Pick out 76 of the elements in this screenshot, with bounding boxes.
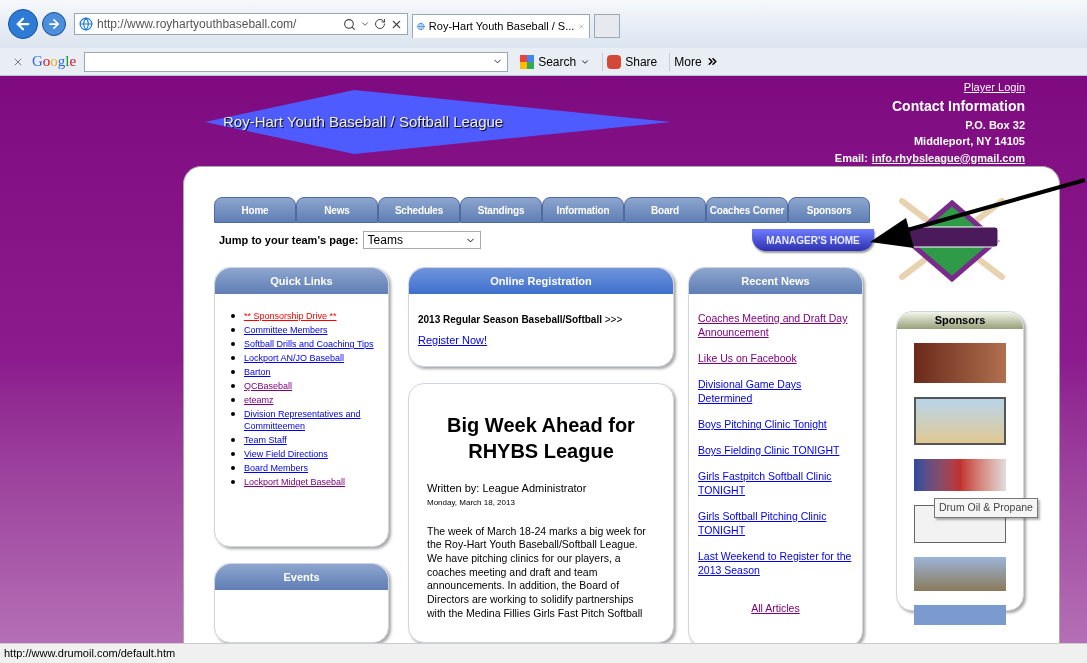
quick-link[interactable]: eteamz (244, 394, 274, 406)
article-date: Monday, March 18, 2013 (427, 496, 516, 509)
news-link[interactable]: Boys Pitching Clinic Tonight (698, 417, 853, 431)
quick-link[interactable]: Division Representatives and Committeemen (244, 408, 380, 432)
google-logo: Google (32, 52, 77, 72)
news-link[interactable]: Girls Fastpitch Softball Clinic TONIGHT (698, 469, 853, 497)
player-login-link[interactable]: Player Login (963, 79, 1025, 96)
bullet-icon (231, 438, 235, 442)
share-button[interactable]: Share (602, 52, 662, 71)
sponsor-ad[interactable] (914, 342, 1006, 383)
address-field[interactable]: http://www.royhartyouthbaseball.com/ (74, 13, 408, 35)
register-link[interactable]: Register Now! (418, 334, 488, 346)
bullet-icon (231, 356, 235, 360)
quick-link[interactable]: Board Members (244, 462, 309, 474)
bullet-icon (231, 384, 235, 388)
quick-link[interactable]: ** Sponsorship Drive ** (244, 310, 337, 322)
all-articles-link[interactable]: All Articles (751, 601, 800, 617)
article-byline: Written by: League Administrator (427, 481, 588, 496)
forward-arrow-icon (47, 17, 61, 31)
globe-icon (417, 20, 425, 33)
caret-icon[interactable] (360, 19, 370, 29)
bullet-icon (231, 480, 235, 484)
bullet-icon (231, 412, 235, 416)
news-link[interactable]: Girls Softball Pitching Clinic TONIGHT (698, 509, 853, 537)
search-button[interactable]: Search (516, 52, 595, 71)
globe-icon (79, 17, 93, 31)
panel-title: Events (283, 569, 320, 585)
forward-button[interactable] (42, 12, 66, 36)
bullet-icon (231, 314, 235, 318)
bullet-icon (231, 328, 235, 332)
email-link[interactable]: info.rhybsleague@gmail.com (871, 149, 1025, 166)
quick-link[interactable]: Softball Drills and Coaching Tips (244, 338, 374, 350)
jump-label: Jump to your team's page: (219, 232, 359, 248)
registration-text: 2013 Regular Season Baseball/Softball >>> (418, 313, 624, 327)
bullet-icon (231, 398, 235, 402)
news-link[interactable]: Divisional Game Days Determined (698, 377, 853, 405)
manager-home-button[interactable]: MANAGER'S HOME (752, 229, 874, 251)
bullet-icon (231, 452, 235, 456)
tooltip: Drum Oil & Propane (934, 498, 1038, 518)
quick-link[interactable]: QCBaseball (244, 380, 293, 392)
more-button[interactable]: More (669, 52, 723, 71)
tab-title: Roy-Hart Youth Baseball / S... (428, 19, 575, 35)
search-icon[interactable] (343, 17, 356, 31)
panel-title: Sponsors (934, 313, 986, 328)
news-link[interactable]: Like Us on Facebook (698, 351, 853, 365)
refresh-icon[interactable] (374, 18, 386, 30)
status-text: http://www.drumoil.com/default.htm (4, 646, 176, 662)
panel-title: Recent News (741, 273, 810, 289)
bullet-icon (231, 342, 235, 346)
quick-link[interactable]: Committee Members (244, 324, 328, 336)
news-link[interactable]: Coaches Meeting and Draft Day Announcement (698, 311, 853, 339)
panel-title: Quick Links (270, 273, 333, 289)
banner-title: Roy-Hart Youth Baseball / Softball League (223, 111, 504, 132)
back-button[interactable] (8, 9, 38, 39)
browser-tab[interactable]: Roy-Hart Youth Baseball / S... (412, 14, 590, 38)
search-field[interactable] (84, 51, 509, 72)
panel-title: Online Registration (490, 273, 592, 289)
team-select[interactable]: Teams (362, 231, 481, 249)
contact-line: P.O. Box 32 (965, 117, 1025, 133)
sponsor-ad[interactable] (914, 458, 1006, 491)
bullet-icon (231, 370, 235, 374)
article-body: The week of March 18-24 marks a big week for the Roy-Hart Youth Baseball/Softball League. We have pitching clinics for our players, a coaches meeting and draft and team announcements. In addition, the Board of Directors are working to solidify partnerships with the Medina Fillies Girls Fast Pitch Softball (427, 524, 647, 621)
url-text: http://www.royhartyouthbaseball.com/ (97, 16, 298, 33)
news-link[interactable]: Boys Fielding Clinic TONIGHT (698, 443, 853, 457)
email-label: Email: (834, 150, 868, 166)
quick-link[interactable]: View Field Directions (244, 448, 328, 460)
bullet-icon (231, 466, 235, 470)
contact-line: Middleport, NY 14105 (913, 134, 1025, 149)
article-title: Big Week Ahead for RHYBS League (446, 413, 636, 464)
quick-link[interactable]: Lockport Midget Baseball (244, 476, 346, 488)
quick-link[interactable]: Team Staff (244, 434, 287, 446)
quick-link[interactable]: Lockport AN/JO Baseball (244, 352, 345, 364)
quick-link[interactable]: Barton (244, 366, 271, 378)
contact-heading: Contact Information (892, 96, 1025, 116)
news-link[interactable]: Last Weekend to Register for the 2013 Season (698, 549, 853, 577)
sponsor-ad[interactable] (914, 396, 1006, 445)
